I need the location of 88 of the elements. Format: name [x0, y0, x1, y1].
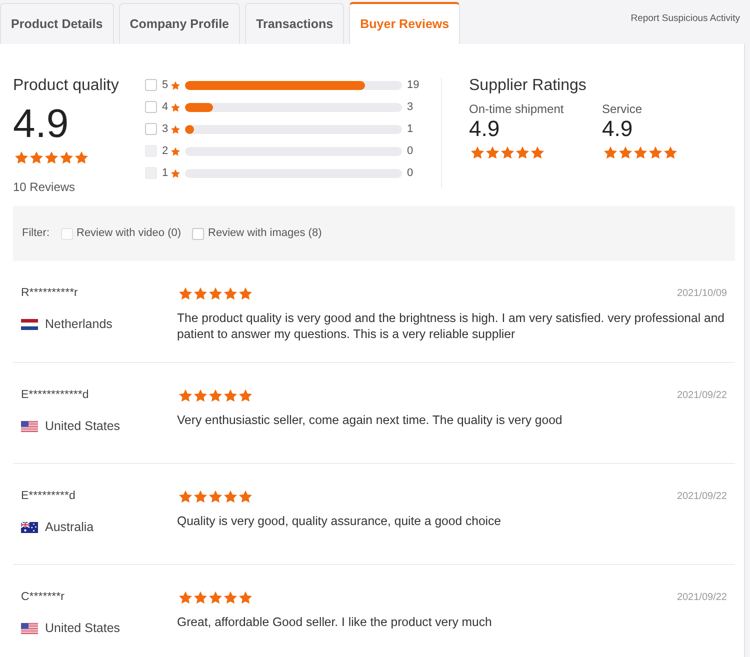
review-date: 2021/09/22 — [676, 490, 727, 504]
tab[interactable]: Transactions — [245, 3, 344, 44]
flag-icon — [21, 622, 38, 634]
star-icon — [224, 490, 237, 502]
star-icon — [179, 388, 192, 402]
country-name: Australia — [45, 519, 94, 535]
tab[interactable]: Product Details — [0, 3, 114, 44]
star-icon — [179, 286, 192, 300]
star-icon — [45, 150, 58, 164]
country-name: United States — [45, 418, 120, 434]
review-text: The product quality is very good and the brightness is high. I am very satisfied. very professional and patient to answer my questions. This is a very reliable supplier — [177, 310, 726, 342]
country-name: United States — [45, 620, 120, 636]
star-icon — [171, 168, 180, 178]
metric-label: Service — [602, 101, 644, 117]
star-icon — [501, 146, 514, 158]
flag-icon — [21, 522, 38, 532]
star-icon — [194, 286, 207, 300]
count-label: 3 — [407, 100, 414, 114]
review-date: 2021/09/22 — [676, 388, 727, 402]
rating-label: 1 — [162, 166, 170, 180]
star-icon — [171, 124, 180, 134]
reviewer-name: E************d — [21, 388, 90, 403]
flag-icon — [21, 420, 38, 432]
checkbox[interactable] — [145, 101, 157, 113]
checkbox[interactable] — [145, 123, 157, 135]
star-icon — [171, 146, 180, 156]
rating-score: 4.9 — [602, 117, 634, 141]
star-icon — [209, 590, 222, 604]
country-name: Netherlands — [45, 316, 112, 332]
reviewer-name: E*********d — [21, 489, 76, 504]
count-label: 0 — [407, 144, 414, 158]
flag-icon — [21, 318, 38, 330]
section-title: Product quality — [13, 76, 120, 96]
rating-label: 4 — [162, 100, 170, 114]
star-icon — [60, 150, 73, 164]
star-icon — [194, 388, 207, 402]
star-icon — [619, 146, 632, 158]
star-icon — [171, 102, 180, 112]
star-icon — [209, 490, 222, 502]
star-icon — [634, 146, 647, 158]
tab[interactable]: Company Profile — [118, 3, 240, 44]
count-label: 19 — [407, 78, 420, 92]
star-icon — [239, 590, 252, 604]
rating-score: 4.9 — [13, 102, 70, 146]
star-icon — [664, 146, 677, 158]
star-icon — [30, 150, 43, 164]
section-title: Supplier Ratings — [469, 76, 588, 96]
star-icon — [75, 150, 88, 164]
star-icon — [604, 146, 617, 158]
review-date: 2021/10/09 — [676, 286, 727, 300]
review-date: 2021/09/22 — [676, 590, 727, 604]
checkbox[interactable] — [192, 228, 204, 240]
star-icon — [486, 146, 499, 158]
star-icon — [471, 146, 484, 158]
filter-option-label[interactable]: Review with images (8) — [208, 225, 322, 242]
star-icon — [194, 490, 207, 502]
star-icon — [179, 590, 192, 604]
checkbox[interactable] — [145, 79, 157, 91]
star-icon — [224, 388, 237, 402]
review-text: Very enthusiastic seller, come again next time. The quality is very good — [177, 412, 564, 428]
star-icon — [531, 146, 544, 158]
star-icon — [649, 146, 662, 158]
star-icon — [224, 286, 237, 300]
review-text: Great, affordable Good seller. I like the product very much — [177, 614, 493, 630]
star-icon — [209, 286, 222, 300]
metric-label: On-time shipment — [469, 101, 565, 117]
star-icon — [171, 80, 180, 90]
star-icon — [239, 286, 252, 300]
star-icon — [179, 490, 192, 502]
count-label: 1 — [407, 122, 414, 136]
filter-label: Filter: — [22, 226, 50, 242]
reviewer-name: R**********r — [21, 286, 79, 301]
reviewer-name: C*******r — [21, 590, 66, 605]
rating-label: 2 — [162, 144, 170, 158]
star-icon — [224, 590, 237, 604]
review-count-text: 10 Reviews — [13, 178, 76, 194]
review-text: Quality is very good, quality assurance, quite a good choice — [177, 513, 502, 529]
star-icon — [239, 388, 252, 402]
star-icon — [516, 146, 529, 158]
star-icon — [209, 388, 222, 402]
star-icon — [194, 590, 207, 604]
rating-score: 4.9 — [469, 117, 501, 141]
rating-label: 5 — [162, 78, 170, 92]
star-icon — [239, 490, 252, 502]
report-link[interactable]: Report Suspicious Activity — [630, 12, 740, 26]
rating-label: 3 — [162, 122, 170, 136]
star-icon — [15, 150, 28, 164]
count-label: 0 — [407, 166, 414, 180]
